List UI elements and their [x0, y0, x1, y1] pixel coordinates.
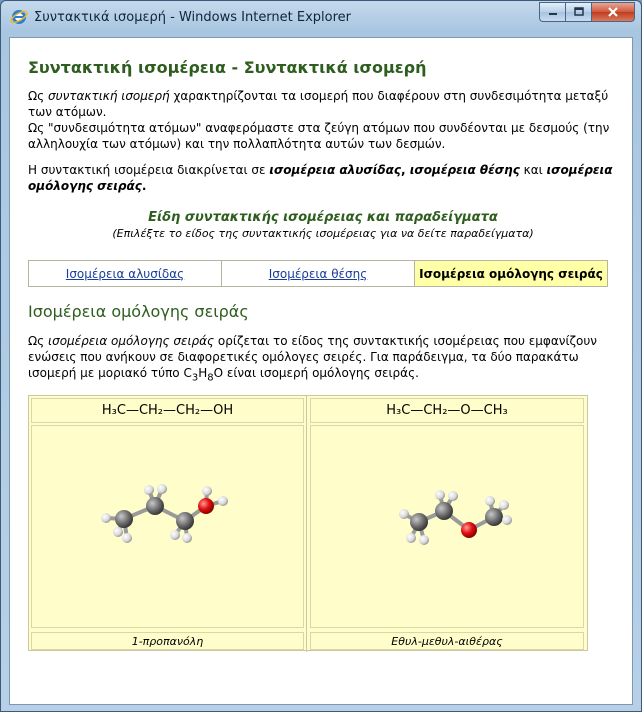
molecule-model-propanol: [31, 425, 304, 628]
minimize-icon: [548, 13, 557, 15]
detail-text-a: Ως: [28, 334, 49, 348]
classes-text-a: Η συντακτική ισομέρεια διακρίνεται σε: [28, 163, 270, 177]
isomerism-tabs: Ισομέρεια αλυσίδας Ισομέρεια θέσης Ισομέ…: [28, 260, 608, 287]
maximize-icon: [573, 7, 584, 16]
intro-text-2: Ως "συνδεσιμότητα ατόμων" αναφερόμαστε σ…: [28, 121, 610, 151]
maximize-button[interactable]: [565, 2, 591, 22]
classes-end: .: [141, 179, 147, 193]
molecule-formula: H₃C—CH₂—CH₂—OH: [31, 398, 304, 423]
molecule-model-ether: [310, 425, 584, 628]
detail-paragraph: Ως ισομέρεια ομόλογης σειράς ορίζεται το…: [28, 333, 618, 386]
classes-paragraph: Η συντακτική ισομέρεια διακρίνεται σε ισ…: [28, 162, 618, 194]
molecule-formula: H₃C—CH₂—O—CH₃: [310, 398, 584, 423]
browser-window: Συντακτικά ισομερή - Windows Internet Ex…: [0, 0, 642, 712]
class-position: ισομέρεια θέσης: [409, 163, 520, 177]
close-button[interactable]: [591, 2, 635, 22]
propanol-3d-model: [101, 484, 228, 543]
caption-buttons: [539, 2, 635, 22]
tab-position-isomerism[interactable]: Ισομέρεια θέσης: [222, 261, 415, 286]
section-heading: Είδη συντακτικής ισομέρειας και παραδείγ…: [148, 210, 498, 225]
minimize-button[interactable]: [539, 2, 565, 22]
window-title: Συντακτικά ισομερή - Windows Internet Ex…: [34, 10, 352, 25]
page-title: Συντακτική ισομέρεια - Συντακτικά ισομερ…: [28, 58, 427, 77]
tab-homologous-label: Ισομέρεια ομόλογης σειράς: [419, 266, 603, 281]
section-subtitle: (Επιλέξτε το είδος της συντακτικής ισομέ…: [112, 227, 534, 240]
intro-paragraph: Ως συντακτική ισομερή χαρακτηρίζονται τα…: [28, 88, 618, 152]
ie-icon: [10, 10, 28, 24]
detail-term: ισομέρεια ομόλογης σειράς: [48, 334, 215, 348]
title-bar[interactable]: Συντακτικά ισομερή - Windows Internet Ex…: [1, 1, 641, 35]
close-icon: [608, 7, 618, 17]
molecule-name: Εθυλ-μεθυλ-αιθέρας: [310, 632, 584, 650]
molecule-card-ether: H₃C—CH₂—O—CH₃ Εθυλ-μεθυλ-αιθέρας: [308, 396, 586, 652]
molecule-name: 1-προπανόλη: [31, 632, 304, 650]
class-chain: ισομέρεια αλυσίδας: [269, 163, 401, 177]
classes-and: και: [519, 163, 547, 177]
tab-position-link[interactable]: Ισομέρεια θέσης: [269, 267, 368, 281]
intro-term: συντακτική ισομερή: [48, 89, 170, 103]
page-viewport[interactable]: Συντακτική ισομέρεια - Συντακτικά ισομερ…: [9, 37, 633, 705]
detail-h: H: [198, 366, 208, 380]
intro-text-a: Ως: [28, 89, 49, 103]
ether-3d-model: [399, 490, 512, 545]
molecule-table: H₃C—CH₂—CH₂—OH 1-προπανόλη H₃C—CH₂—O—CH₃…: [28, 395, 588, 652]
tab-homologous-isomerism[interactable]: Ισομέρεια ομόλογης σειράς: [415, 261, 607, 286]
detail-text-c: O είναι ισομερή ομόλογης σειράς.: [213, 366, 419, 380]
classes-sep: ,: [400, 163, 410, 177]
tab-chain-link[interactable]: Ισομέρεια αλυσίδας: [66, 267, 184, 281]
detail-heading: Ισομέρεια ομόλογης σειράς: [28, 302, 249, 321]
tab-chain-isomerism[interactable]: Ισομέρεια αλυσίδας: [29, 261, 222, 286]
molecule-card-propanol: H₃C—CH₂—CH₂—OH 1-προπανόλη: [29, 396, 307, 652]
